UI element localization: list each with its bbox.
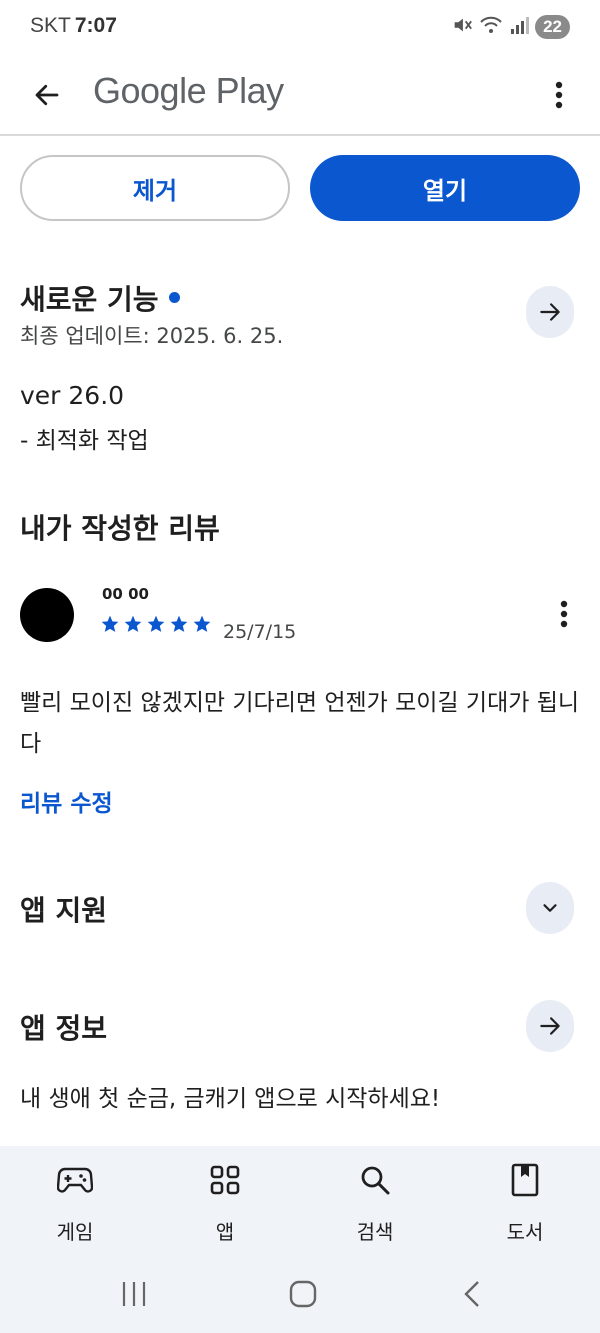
star-icon: [124, 615, 142, 632]
app-info-arrow-button[interactable]: [526, 1000, 574, 1052]
signal-icon: [509, 15, 530, 39]
nav-item-search[interactable]: 검색: [300, 1146, 450, 1256]
status-icons: 22: [451, 14, 570, 40]
last-updated: 최종 업데이트: 2025. 6. 25.: [20, 324, 284, 348]
battery-indicator: 22: [535, 15, 570, 39]
app-support-expand-button[interactable]: [526, 882, 574, 934]
uninstall-button[interactable]: 제거: [20, 155, 290, 221]
book-icon: [505, 1160, 545, 1200]
nav-item-apps[interactable]: 앱: [150, 1146, 300, 1256]
recents-icon: [122, 1282, 146, 1306]
nav-label-apps: 앱: [215, 1220, 235, 1244]
recent-apps-button[interactable]: [114, 1276, 154, 1312]
search-icon: [355, 1160, 395, 1200]
home-button[interactable]: [283, 1276, 323, 1312]
app-support-title: 앱 지원: [20, 894, 108, 927]
open-button[interactable]: 열기: [310, 155, 580, 221]
nav-item-games[interactable]: 게임: [0, 1146, 150, 1256]
version-text: ver 26.0: [20, 381, 125, 410]
star-icon: [101, 615, 119, 632]
mute-icon: [451, 14, 473, 40]
home-icon: [289, 1280, 317, 1308]
back-button[interactable]: [24, 72, 70, 118]
star-icon: [193, 615, 211, 632]
more-vert-icon: [555, 81, 563, 109]
more-options-button[interactable]: [544, 72, 574, 118]
whats-new-arrow-button[interactable]: [526, 286, 574, 338]
star-icon: [147, 615, 165, 632]
more-vert-icon: [560, 600, 568, 628]
my-review-title: 내가 작성한 리뷰: [20, 512, 220, 545]
new-indicator-dot: [168, 291, 180, 303]
release-notes: - 최적화 작업: [20, 428, 149, 454]
review-date: 25/7/15: [223, 621, 297, 643]
app-description: 내 생애 첫 순금, 금캐기 앱으로 시작하세요!: [20, 1086, 441, 1112]
system-back-button[interactable]: [452, 1276, 492, 1312]
chevron-down-icon: [543, 904, 557, 912]
app-info-title: 앱 정보: [20, 1012, 108, 1045]
page-title: Google Play: [93, 70, 284, 111]
system-navigation-bar: [0, 1256, 600, 1333]
bottom-navigation: 게임 앱 검색 도서: [0, 1146, 600, 1256]
reviewer-name: 00 00: [102, 585, 149, 603]
nav-item-books[interactable]: 도서: [450, 1146, 600, 1256]
nav-label-search: 검색: [356, 1220, 394, 1244]
whats-new-heading: 새로운 기능: [20, 278, 180, 318]
nav-label-books: 도서: [506, 1220, 544, 1244]
whats-new-title: 새로운 기능: [20, 283, 159, 316]
app-bar: Google Play: [0, 56, 600, 136]
chevron-left-icon: [464, 1281, 479, 1307]
arrow-back-icon: [35, 84, 59, 106]
clock: 7:07: [74, 14, 117, 37]
gamepad-icon: [55, 1160, 95, 1200]
edit-review-link[interactable]: 리뷰 수정: [20, 784, 113, 818]
arrow-forward-icon: [540, 303, 560, 321]
star-icon: [170, 615, 188, 632]
review-body: 빨리 모이진 않겠지만 기다리면 언젠가 모이길 기대가 됩니다: [20, 690, 580, 757]
apps-grid-icon: [205, 1160, 245, 1200]
wifi-icon: [479, 14, 503, 40]
status-bar: SKT 7:07 22: [0, 0, 600, 56]
star-rating: [100, 614, 212, 634]
arrow-forward-icon: [540, 1017, 560, 1035]
carrier-label: SKT: [30, 14, 71, 37]
avatar: [20, 588, 74, 642]
review-options-button[interactable]: [554, 598, 574, 630]
status-left: SKT 7:07: [30, 14, 117, 38]
nav-label-games: 게임: [56, 1220, 94, 1244]
